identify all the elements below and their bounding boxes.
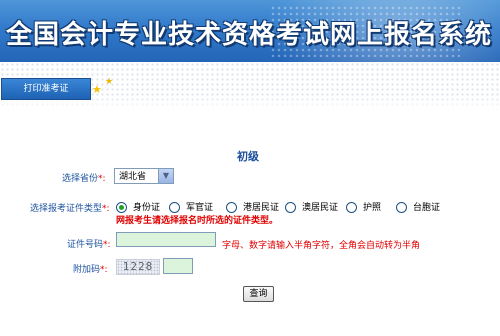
radio-passport[interactable]: 护照 (346, 200, 381, 213)
captcha-input[interactable] (163, 258, 193, 274)
header-banner: 全国会计专业技术资格考试网上报名系统 (0, 0, 500, 62)
radio-label: 台胞证 (413, 203, 441, 213)
id-number-label: 证件号码*: (67, 237, 111, 250)
chevron-down-icon[interactable]: ▼ (158, 169, 173, 183)
site-title: 全国会计专业技术资格考试网上报名系统 (6, 20, 493, 50)
province-label-text: 选择省份 (62, 174, 99, 184)
radio-button[interactable] (169, 202, 180, 213)
id-number-label-text: 证件号码 (67, 240, 104, 250)
level-title: 初级 (237, 150, 259, 163)
tab-print-admission-ticket[interactable]: 打印准考证 (1, 78, 91, 100)
radio-hk-resident[interactable]: 港居民证 (226, 200, 279, 213)
radio-button[interactable] (226, 202, 237, 213)
required-mark: *: (98, 174, 106, 184)
province-label: 选择省份*: (62, 171, 106, 184)
province-select-value: 湖北省 (119, 172, 147, 182)
id-type-label: 选择报考证件类型*: (30, 201, 110, 214)
radio-label: 澳居民证 (302, 203, 339, 213)
radio-label: 护照 (363, 203, 382, 213)
id-number-hint: 字母、数字请输入半角字符，全角会自动转为半角 (222, 241, 421, 251)
radio-officer-card[interactable]: 军官证 (169, 200, 213, 213)
radio-id-card[interactable]: 身份证 (116, 200, 160, 213)
query-button[interactable]: 查询 (243, 286, 274, 302)
star-icon: ★ (105, 77, 114, 87)
captcha-image: 1228 (116, 259, 160, 275)
radio-button[interactable] (396, 202, 407, 213)
radio-button[interactable] (116, 202, 127, 213)
captcha-label: 附加码*: (73, 262, 108, 275)
id-type-warning: 网报考生请选择报名时所选的证件类型。 (116, 216, 279, 226)
radio-taiwan-permit[interactable]: 台胞证 (396, 200, 440, 213)
radio-label: 身份证 (133, 203, 161, 213)
captcha-label-text: 附加码 (73, 265, 101, 275)
radio-button[interactable] (285, 202, 296, 213)
province-select[interactable]: 湖北省 ▼ (114, 168, 174, 184)
id-type-label-text: 选择报考证件类型 (30, 204, 103, 214)
star-icon: ★ (92, 83, 102, 96)
radio-label: 港居民证 (243, 203, 280, 213)
required-mark: *: (103, 240, 111, 250)
radio-label: 军官证 (186, 203, 214, 213)
radio-macau-resident[interactable]: 澳居民证 (285, 200, 338, 213)
radio-button[interactable] (346, 202, 357, 213)
required-mark: *: (100, 265, 108, 275)
required-mark: *: (102, 204, 110, 214)
id-number-input[interactable] (116, 232, 216, 247)
